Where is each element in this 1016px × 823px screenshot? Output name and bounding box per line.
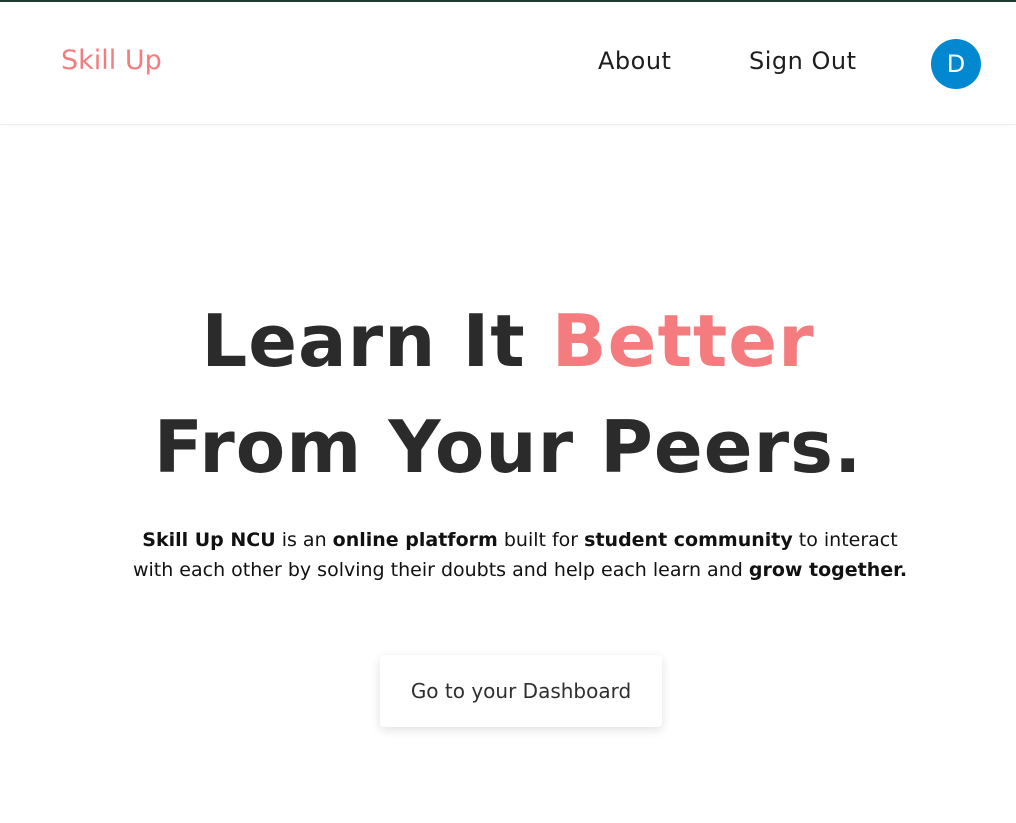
brand-logo-link[interactable]: Skill Up — [61, 46, 162, 76]
user-avatar[interactable]: D — [931, 39, 981, 89]
hero-title-line2: From Your Peers. — [153, 405, 863, 489]
nav-link-sign-out[interactable]: Sign Out — [749, 46, 857, 76]
hero-title-accent: Better — [551, 299, 815, 383]
desc-online-platform: online platform — [332, 529, 498, 551]
desc-grow-together: grow together. — [748, 559, 908, 581]
desc-text: is an — [275, 529, 333, 551]
nav-link-about[interactable]: About — [598, 46, 671, 76]
desc-brand-name: Skill Up NCU — [142, 529, 276, 551]
hero-description: Skill Up NCU is an online platform built… — [130, 525, 910, 585]
hero-title: Learn It Better From Your Peers. — [0, 288, 1016, 500]
desc-text: built for — [497, 529, 585, 551]
navbar: Skill Up About Sign Out D — [0, 2, 1016, 125]
hero-title-plain: Learn It — [201, 299, 552, 383]
desc-student-community: student community — [584, 529, 793, 551]
go-to-dashboard-button[interactable]: Go to your Dashboard — [380, 655, 662, 727]
